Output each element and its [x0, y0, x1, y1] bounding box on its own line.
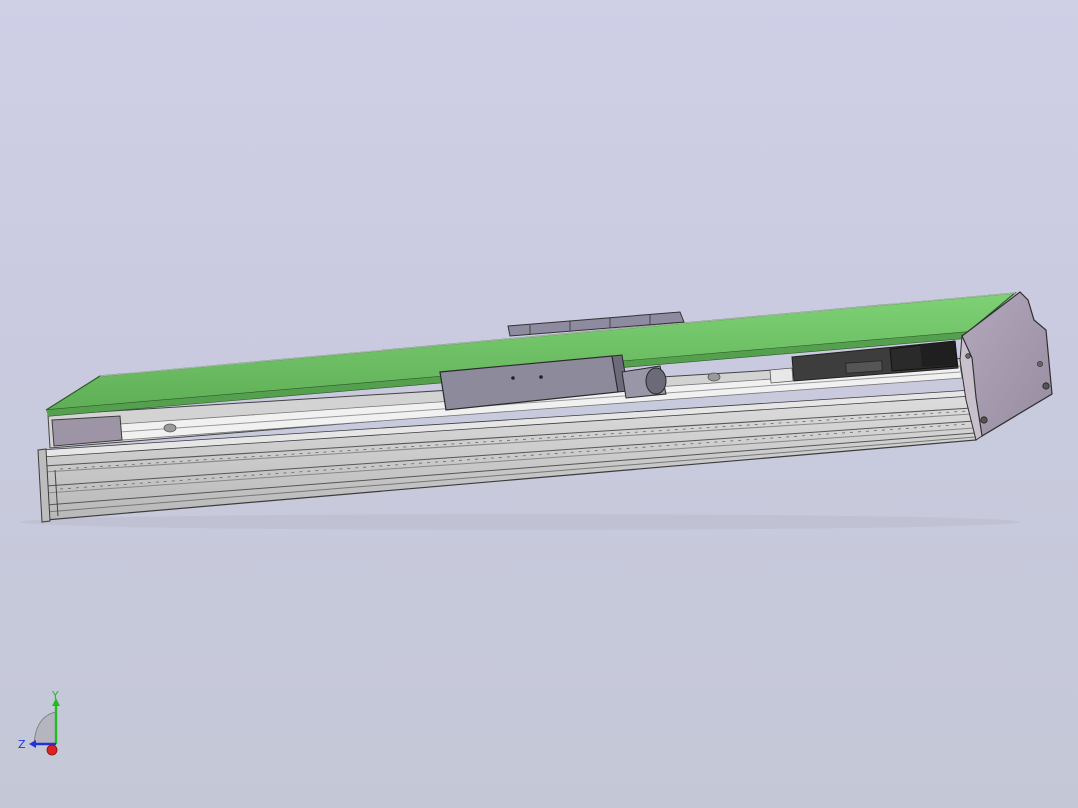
graphics-viewport[interactable]: Y Z — [0, 0, 1078, 808]
y-axis-label: Y — [51, 689, 59, 702]
x-axis-arrow-icon — [46, 744, 58, 756]
triad-sphere-icon — [33, 711, 57, 745]
linear-module-model[interactable] — [0, 0, 1078, 808]
ground-shadow — [20, 514, 1020, 530]
z-axis-label: Z — [18, 738, 26, 751]
axis-triad[interactable]: Y Z — [14, 686, 74, 762]
